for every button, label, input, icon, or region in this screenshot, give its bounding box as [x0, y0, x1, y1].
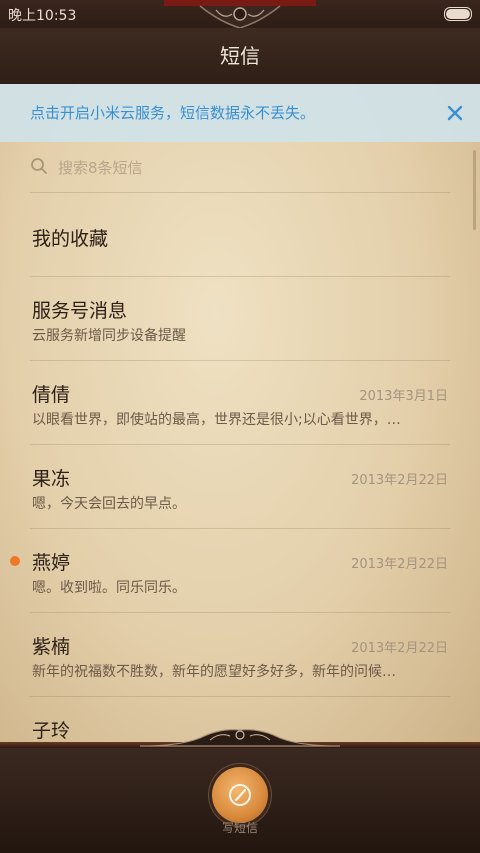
conversation-name: 服务号消息 [32, 300, 128, 322]
conversation-name: 燕婷 [32, 552, 71, 574]
conversation-preview: 云服务新增同步设备提醒 [32, 328, 186, 344]
search-input[interactable] [56, 154, 460, 182]
search-icon [31, 158, 47, 174]
search-bar[interactable] [0, 142, 480, 192]
page-title: 短信 [0, 28, 480, 84]
conversation-name: 果冻 [32, 468, 71, 490]
conversation-date: 2013年3月1日 [359, 389, 448, 404]
conversation-item-service-messages[interactable]: 服务号消息 云服务新增同步设备提醒 [0, 276, 480, 360]
conversation-date: 2013年2月22日 [351, 641, 448, 656]
conversation-preview: 以眼看世界，即使站的最高，世界还是很小;以心看世界，… [32, 412, 401, 428]
unread-indicator [10, 556, 20, 566]
compose-icon [229, 784, 251, 806]
battery-icon [444, 7, 472, 21]
conversation-date: 2013年2月22日 [351, 557, 448, 572]
scrollbar[interactable] [473, 150, 476, 230]
conversation-item[interactable]: 倩倩 2013年3月1日 以眼看世界，即使站的最高，世界还是很小;以心看世界，… [0, 360, 480, 444]
conversation-name: 子玲 [32, 720, 71, 742]
conversation-preview: 嗯。收到啦。同乐同乐。 [32, 580, 186, 596]
close-icon[interactable] [440, 98, 470, 128]
conversation-name: 我的收藏 [32, 228, 109, 250]
compose-button[interactable] [212, 767, 268, 823]
cloud-banner-text[interactable]: 点击开启小米云服务，短信数据永不丢失。 [30, 102, 315, 123]
conversation-item[interactable]: 紫楠 2013年2月22日 新年的祝福数不胜数，新年的愿望好多好多，新年的问候… [0, 612, 480, 696]
conversation-item-favorites[interactable]: 我的收藏 [0, 192, 480, 276]
conversation-name: 倩倩 [32, 384, 71, 406]
conversation-preview: 嗯，今天会回去的早点。 [32, 496, 186, 512]
conversation-item[interactable]: 燕婷 2013年2月22日 嗯。收到啦。同乐同乐。 [0, 528, 480, 612]
conversation-name: 紫楠 [32, 636, 71, 658]
cloud-service-banner[interactable]: 点击开启小米云服务，短信数据永不丢失。 [0, 84, 480, 142]
bottom-ornament [140, 729, 340, 747]
compose-label[interactable]: 写短信 [0, 819, 480, 836]
status-time: 晚上10:53 [8, 8, 77, 24]
conversation-date: 2013年2月22日 [351, 473, 448, 488]
conversation-preview: 新年的祝福数不胜数，新年的愿望好多好多，新年的问候… [32, 664, 396, 680]
conversation-item[interactable]: 果冻 2013年2月22日 嗯，今天会回去的早点。 [0, 444, 480, 528]
